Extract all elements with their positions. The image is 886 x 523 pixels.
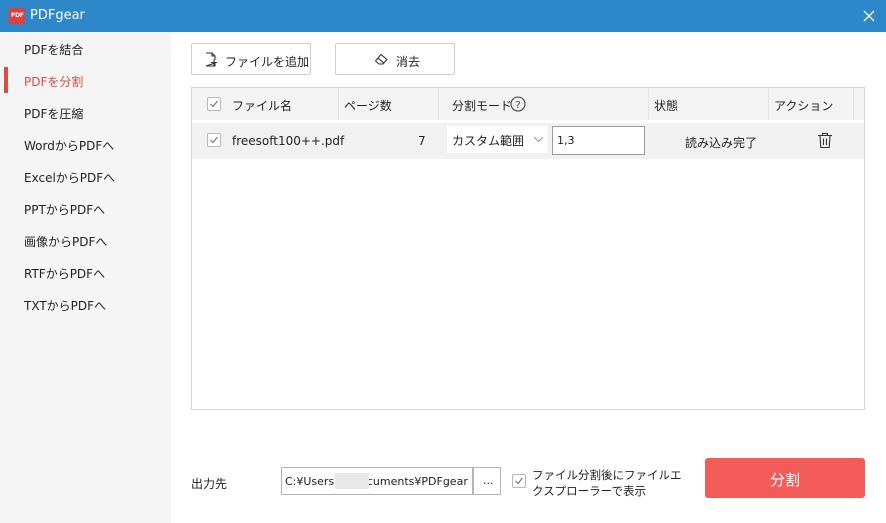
table-header: ファイル名 ページ数 分割モード ? 状態 アクション <box>192 88 864 120</box>
select-all-checkbox[interactable] <box>207 97 221 111</box>
add-file-label: ファイルを追加 <box>225 55 310 69</box>
column-divider[interactable] <box>438 88 439 120</box>
eraser-icon <box>374 53 388 65</box>
row-file-name: freesoft100++.pdf <box>232 134 345 148</box>
row-page-count: 7 <box>418 134 426 148</box>
main-panel: ファイルを追加 消去 ファイル名 ページ数 分割モード ? 状態 アクション f… <box>171 32 886 523</box>
split-mode-dropdown[interactable]: カスタム範囲 <box>447 126 548 153</box>
sidebar-item-split-pdf[interactable]: PDFを分割 <box>0 64 171 96</box>
column-header-status: 状態 <box>654 99 679 113</box>
sidebar-item-label: WordからPDFへ <box>24 139 115 153</box>
title-bar: PDF PDFgear <box>0 0 886 32</box>
output-path-value: C:¥Users¥ ¥Documents¥PDFgear <box>285 475 468 488</box>
app-logo-text: PDF <box>11 12 24 19</box>
column-divider[interactable] <box>768 88 769 120</box>
check-icon <box>210 100 218 108</box>
column-divider[interactable] <box>853 88 854 120</box>
help-icon-glyph: ? <box>515 100 520 111</box>
sidebar-item-label: ExcelからPDFへ <box>24 171 116 185</box>
browse-label: ... <box>483 474 494 487</box>
clear-button[interactable]: 消去 <box>335 43 455 75</box>
check-icon <box>210 136 218 144</box>
sidebar-item-label: PPTからPDFへ <box>24 203 106 217</box>
sidebar-item-compress-pdf[interactable]: PDFを圧縮 <box>0 96 171 128</box>
split-button[interactable]: 分割 <box>705 458 865 498</box>
column-divider[interactable] <box>648 88 649 120</box>
close-icon <box>863 10 875 22</box>
output-folder-label: 出力先 <box>191 477 228 491</box>
split-button-label: 分割 <box>769 471 800 489</box>
sidebar-item-image-to-pdf[interactable]: 画像からPDFへ <box>0 224 171 256</box>
split-mode-value: カスタム範囲 <box>452 134 525 148</box>
sidebar-item-label: PDFを圧縮 <box>24 107 84 121</box>
sidebar-item-word-to-pdf[interactable]: WordからPDFへ <box>0 128 171 160</box>
redacted-username <box>335 473 369 489</box>
add-file-button[interactable]: ファイルを追加 <box>191 43 311 75</box>
table-row[interactable]: freesoft100++.pdf 7 カスタム範囲 読み込み完了 <box>192 123 864 159</box>
file-table: ファイル名 ページ数 分割モード ? 状態 アクション freesoft100+… <box>191 87 865 410</box>
trash-icon[interactable] <box>817 132 833 149</box>
browse-button[interactable]: ... <box>473 467 501 495</box>
window-title: PDFgear <box>30 8 85 23</box>
open-explorer-label: ファイル分割後にファイルエクスプローラーで表示 <box>532 468 682 498</box>
help-icon[interactable]: ? <box>510 96 526 112</box>
row-checkbox[interactable] <box>207 133 221 147</box>
sidebar: PDFを結合 PDFを分割 PDFを圧縮 WordからPDFへ ExcelからP… <box>0 32 171 523</box>
column-divider[interactable] <box>338 88 339 120</box>
page-range-input[interactable] <box>552 126 645 155</box>
sidebar-item-label: TXTからPDFへ <box>24 299 107 313</box>
chevron-down-icon <box>533 136 544 143</box>
close-button[interactable] <box>852 0 886 32</box>
app-logo: PDF <box>9 8 25 24</box>
row-status: 読み込み完了 <box>685 136 758 150</box>
sidebar-item-label: PDFを分割 <box>24 75 84 89</box>
column-header-action: アクション <box>774 99 834 113</box>
sidebar-item-label: PDFを結合 <box>24 43 84 57</box>
sidebar-item-txt-to-pdf[interactable]: TXTからPDFへ <box>0 288 171 320</box>
sidebar-item-excel-to-pdf[interactable]: ExcelからPDFへ <box>0 160 171 192</box>
column-header-file-name: ファイル名 <box>232 99 293 113</box>
sidebar-item-merge-pdf[interactable]: PDFを結合 <box>0 32 171 64</box>
open-explorer-checkbox[interactable] <box>512 474 526 488</box>
column-header-split-mode: 分割モード <box>452 99 513 113</box>
add-file-icon <box>205 52 217 67</box>
check-icon <box>515 477 523 485</box>
output-path-field[interactable]: C:¥Users¥ ¥Documents¥PDFgear <box>281 467 473 495</box>
sidebar-item-ppt-to-pdf[interactable]: PPTからPDFへ <box>0 192 171 224</box>
sidebar-item-label: 画像からPDFへ <box>24 235 108 249</box>
sidebar-item-label: RTFからPDFへ <box>24 267 106 281</box>
column-header-pages: ページ数 <box>344 99 392 113</box>
clear-label: 消去 <box>396 55 421 69</box>
sidebar-item-rtf-to-pdf[interactable]: RTFからPDFへ <box>0 256 171 288</box>
